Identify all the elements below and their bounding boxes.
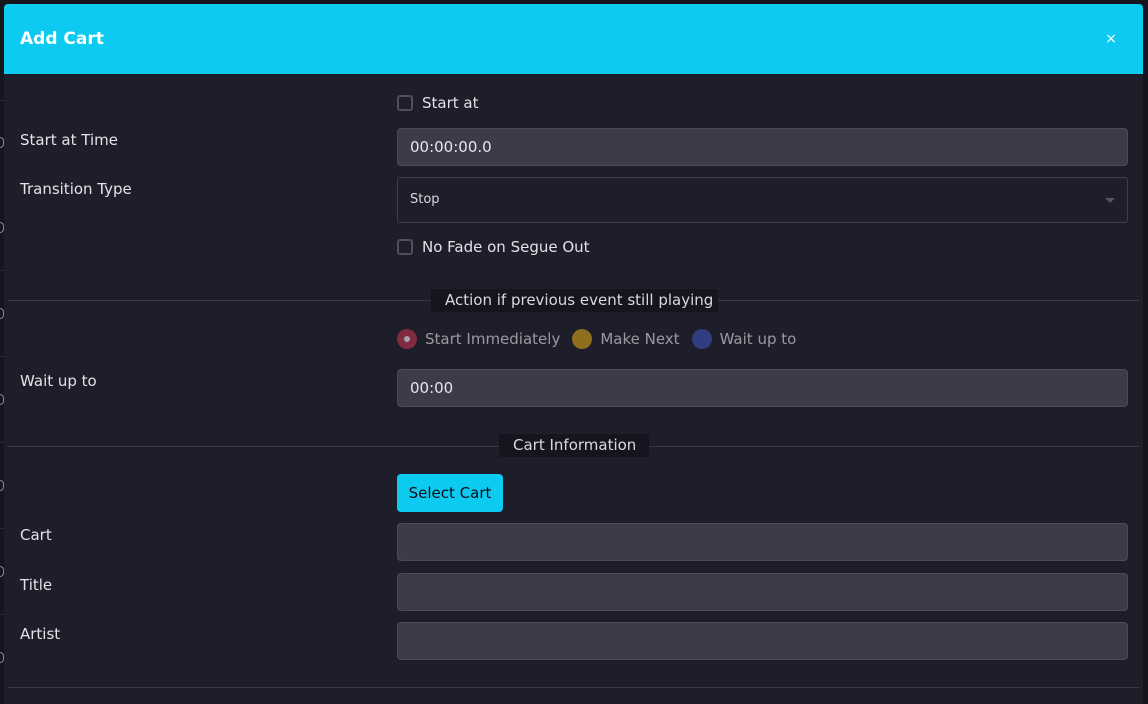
title-label: Title [20,576,53,594]
radio-start-immediately-label: Start Immediately [425,330,561,348]
modal-title: Add Cart [20,29,104,49]
start-at-label: Start at [422,94,479,112]
modal-header: Add Cart × [4,4,1143,74]
transition-type-value: Stop [410,192,440,207]
start-at-option[interactable]: Start at [397,93,478,113]
radio-wait-up-to-label: Wait up to [719,330,797,348]
action-radio-group: Start Immediately Make Next Wait up to [397,329,808,349]
artist-label: Artist [20,625,61,643]
wait-up-to-input[interactable] [397,369,1128,407]
close-button[interactable]: × [1100,28,1122,50]
artist-input[interactable] [397,622,1128,660]
transition-type-label: Transition Type [20,180,132,198]
add-cart-modal: Add Cart × Start at Start at Time Transi… [4,4,1143,704]
close-icon: × [1105,31,1117,47]
cart-info-legend: Cart Information [499,434,649,457]
radio-start-immediately[interactable]: Start Immediately [397,329,560,349]
cart-input[interactable] [397,523,1128,561]
no-fade-option[interactable]: No Fade on Segue Out [397,237,590,257]
cart-label: Cart [20,526,52,544]
start-at-checkbox[interactable] [397,95,413,111]
transition-type-select[interactable]: Stop [397,177,1128,223]
title-input[interactable] [397,573,1128,611]
radio-wait-up-to-control[interactable] [691,329,712,349]
footer-divider [8,687,1139,688]
select-cart-button[interactable]: Select Cart [397,474,503,512]
radio-make-next[interactable]: Make Next [572,329,680,349]
chevron-down-icon [1105,198,1115,203]
no-fade-label: No Fade on Segue Out [422,238,590,256]
start-time-label: Start at Time [20,131,118,149]
start-time-input[interactable] [397,128,1128,166]
radio-wait-up-to[interactable]: Wait up to [691,329,797,349]
radio-make-next-label: Make Next [600,330,680,348]
wait-up-to-label: Wait up to [20,372,97,390]
radio-start-immediately-control[interactable] [397,329,417,349]
action-section-legend: Action if previous event still playing [431,289,718,312]
no-fade-checkbox[interactable] [397,239,413,255]
radio-make-next-control[interactable] [572,329,593,349]
